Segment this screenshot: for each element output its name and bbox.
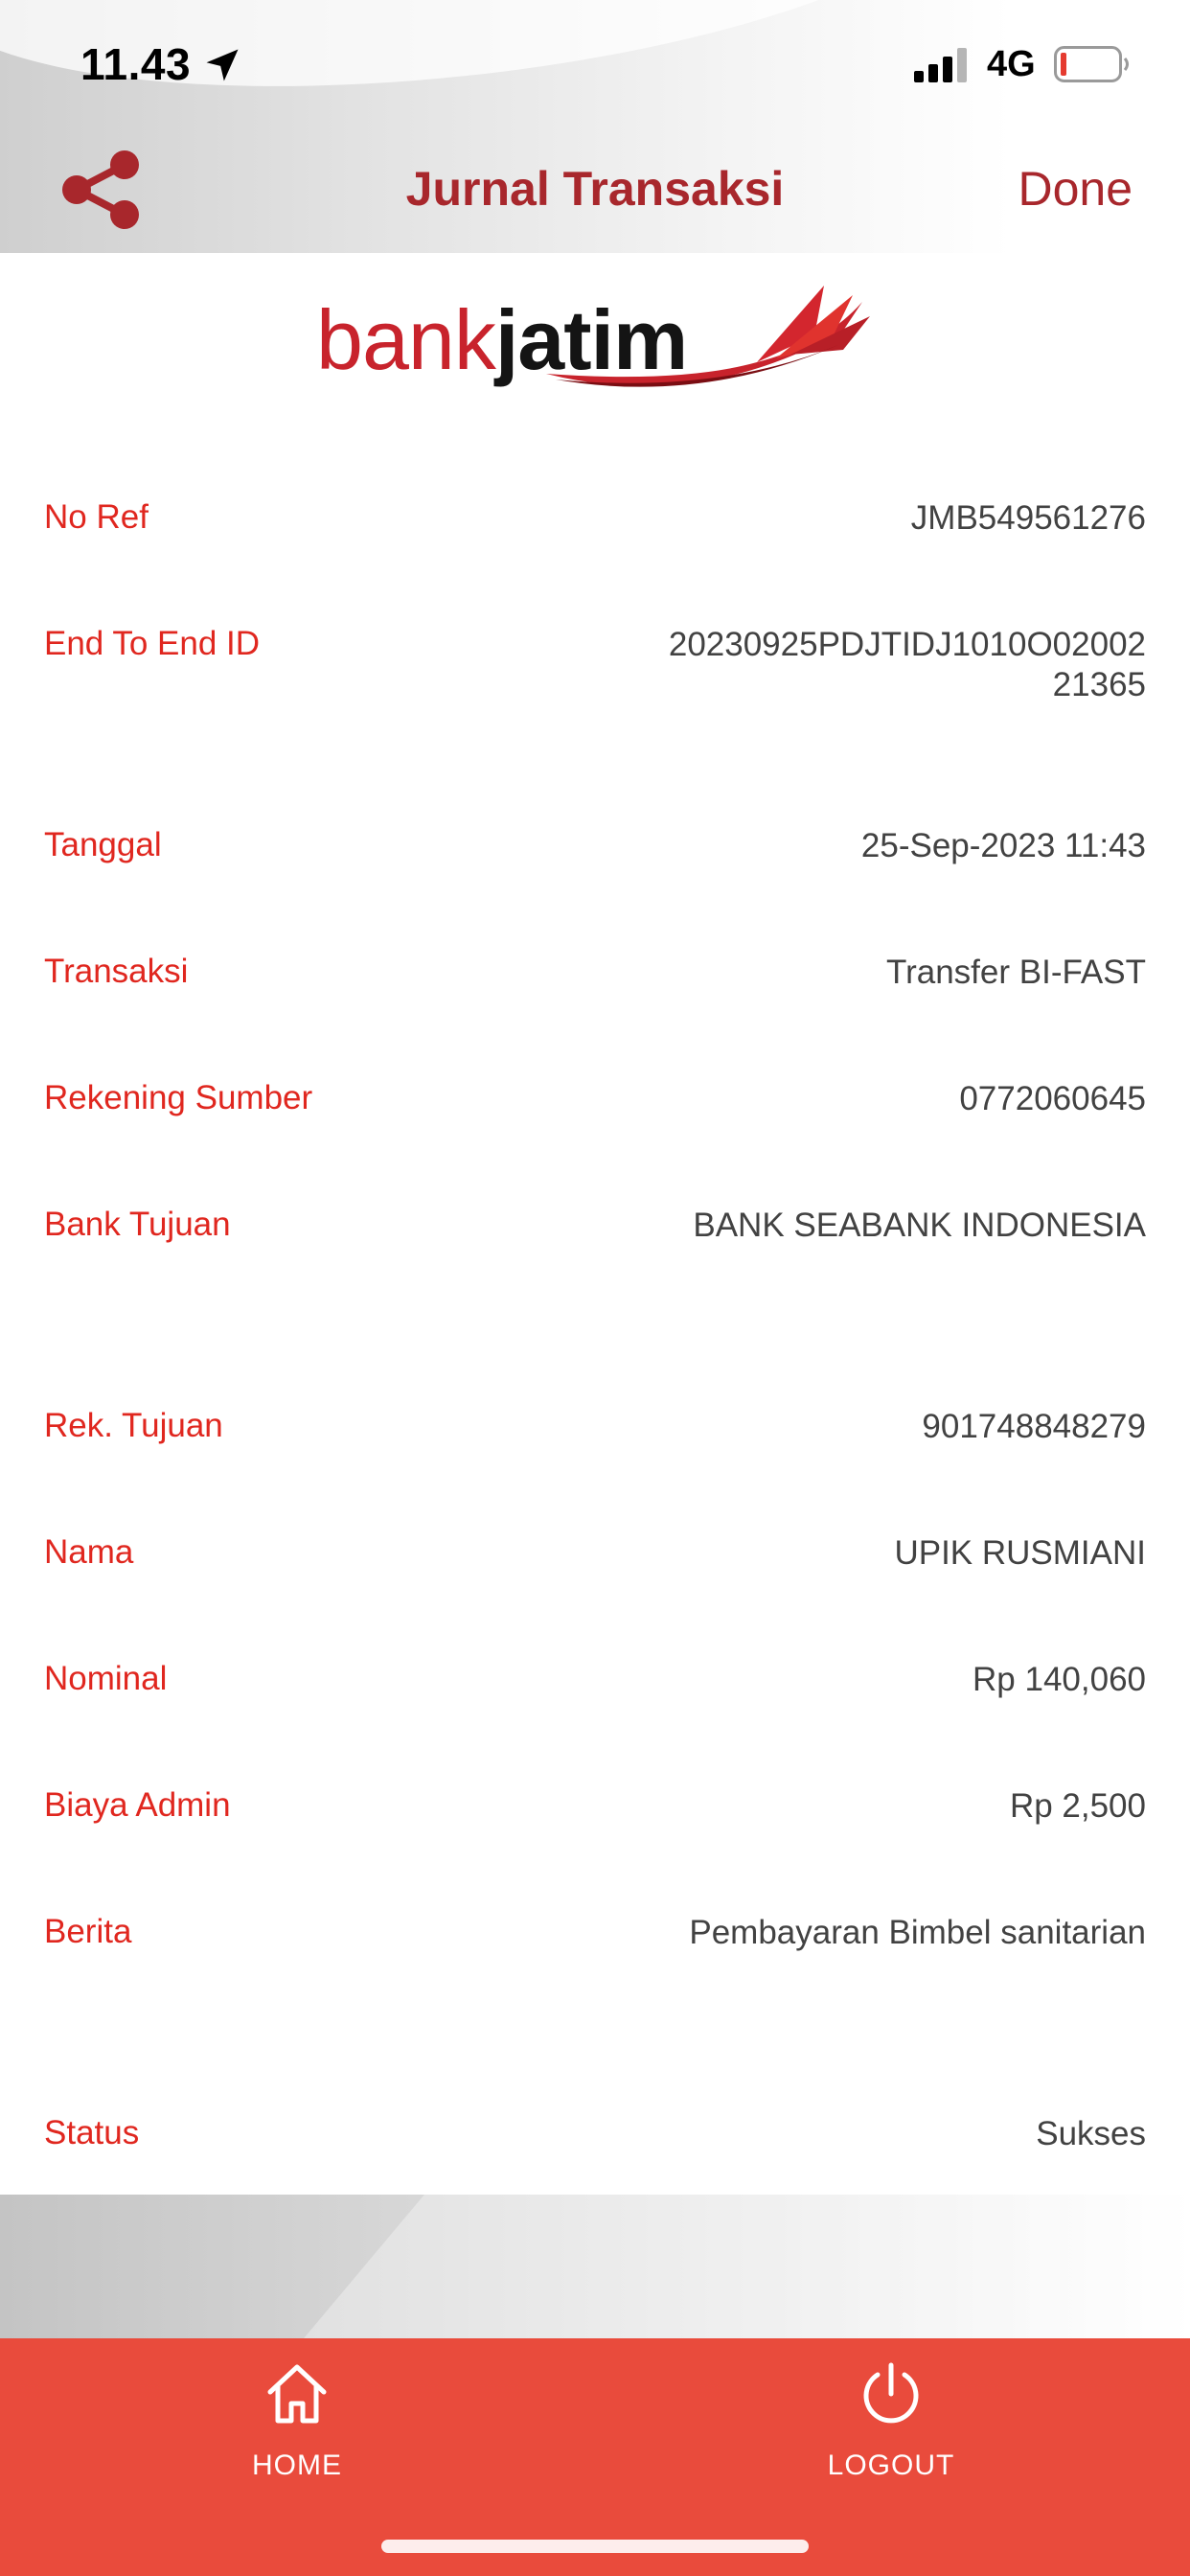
detail-value: Pembayaran Bimbel sanitarian: [689, 1914, 1146, 1951]
tab-logout-label: LOGOUT: [827, 2450, 955, 2481]
detail-label: Tanggal: [44, 826, 162, 863]
status-time: 11.43: [80, 39, 192, 89]
detail-value: 25-Sep-2023 11:43: [860, 827, 1146, 864]
detail-label: End To End ID: [44, 625, 261, 662]
detail-label: Biaya Admin: [44, 1786, 231, 1824]
done-button[interactable]: Done: [1018, 161, 1133, 217]
nav-bar: Jurnal Transaksi Done: [0, 125, 1190, 253]
detail-label: Berita: [44, 1913, 132, 1950]
page-title: Jurnal Transaksi: [405, 162, 785, 216]
logo-text-jatim: jatim: [494, 292, 688, 387]
logo-text-bank: bank: [316, 292, 496, 387]
detail-value: 901748848279: [922, 1408, 1146, 1445]
footer-swoosh: [304, 2195, 1190, 2338]
cellular-signal-icon: [914, 48, 967, 82]
detail-label: Transaksi: [44, 953, 189, 990]
footer-background: [0, 2195, 1190, 2338]
home-indicator[interactable]: [381, 2540, 809, 2553]
tab-logout[interactable]: LOGOUT: [776, 2359, 1006, 2494]
detail-value: 20230925PDJTIDJ1010O02002 21365: [668, 626, 1146, 703]
detail-label: Bank Tujuan: [44, 1206, 231, 1243]
detail-value: JMB549561276: [910, 499, 1146, 537]
status-bar: 11.43 4G: [0, 0, 1190, 125]
detail-label: Status: [44, 2114, 140, 2151]
tab-home[interactable]: HOME: [182, 2359, 412, 2494]
detail-value: Transfer BI-FAST: [886, 954, 1146, 991]
detail-value: BANK SEABANK INDONESIA: [693, 1207, 1146, 1244]
detail-label: Nama: [44, 1533, 134, 1571]
tab-home-label: HOME: [252, 2450, 342, 2481]
detail-value: Rp 2,500: [1009, 1787, 1146, 1825]
detail-value: Sukses: [1036, 2115, 1146, 2152]
network-type-label: 4G: [987, 44, 1036, 84]
logo-text: bankjatim: [316, 278, 688, 402]
detail-label: No Ref: [44, 498, 149, 536]
detail-label: Rek. Tujuan: [44, 1407, 223, 1444]
home-icon: [267, 2364, 327, 2424]
location-arrow-icon: [206, 49, 239, 81]
battery-low-icon: [1054, 46, 1129, 82]
detail-label: Rekening Sumber: [44, 1079, 313, 1116]
detail-value: Rp 140,060: [973, 1661, 1146, 1698]
detail-value: UPIK RUSMIANI: [894, 1534, 1146, 1572]
bankjatim-logo: bankjatim: [316, 278, 872, 402]
detail-label: Nominal: [44, 1660, 168, 1697]
detail-value: 0772060645: [959, 1080, 1146, 1117]
power-icon: [863, 2362, 919, 2424]
